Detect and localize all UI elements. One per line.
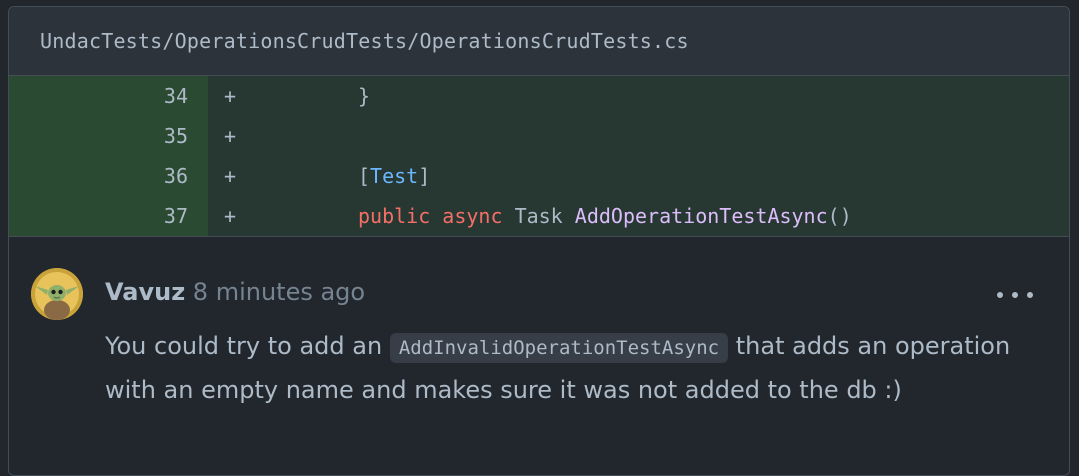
diff-added-marker: + <box>224 204 237 228</box>
comment-body: You could try to add an AddInvalidOperat… <box>105 325 1055 411</box>
diff-added-marker: + <box>224 164 237 188</box>
inline-code: AddInvalidOperationTestAsync <box>389 333 729 363</box>
file-path[interactable]: UndacTests/OperationsCrudTests/Operation… <box>40 29 689 53</box>
more-options-icon[interactable] <box>997 285 1033 305</box>
code-method: AddOperationTestAsync <box>574 204 828 228</box>
diff-line: 36 + [Test] <box>9 156 1069 196</box>
code-keyword: public <box>358 204 431 228</box>
file-header: UndacTests/OperationsCrudTests/Operation… <box>9 7 1069 76</box>
avatar[interactable] <box>31 268 83 320</box>
diff-added-marker: + <box>224 84 237 108</box>
review-comment-thread: UndacTests/OperationsCrudTests/Operation… <box>8 6 1070 476</box>
code-attribute: Test <box>370 164 419 188</box>
diff-line: 34 + } <box>9 76 1069 116</box>
code-parens: () <box>827 204 852 228</box>
baby-yoda-avatar-icon <box>31 268 83 320</box>
diff-line: 37 + public async Task AddOperationTestA… <box>9 196 1069 236</box>
dot <box>1012 292 1018 298</box>
line-number[interactable]: 34 <box>9 76 208 116</box>
code-bracket-open: [ <box>358 164 371 188</box>
comment-text: You could try to add an <box>105 332 390 360</box>
code-text: } <box>358 84 371 108</box>
code-keyword: async <box>442 204 503 228</box>
diff-added-marker: + <box>224 124 237 148</box>
diff-hunk: 34 + } 35 + 36 + [Test] 37 + public asyn… <box>9 76 1069 236</box>
code-type: Task <box>514 204 563 228</box>
line-number[interactable]: 36 <box>9 156 208 196</box>
dot <box>1027 292 1033 298</box>
code-line: public async Task AddOperationTestAsync(… <box>248 204 852 228</box>
line-number[interactable]: 35 <box>9 116 208 156</box>
code-line: } <box>248 84 370 108</box>
code-line: [Test] <box>248 164 430 188</box>
diff-line: 35 + <box>9 116 1069 156</box>
dot <box>997 292 1003 298</box>
comment-timestamp[interactable]: 8 minutes ago <box>193 278 365 306</box>
comment-header: Vavuz 8 minutes ago <box>105 275 365 309</box>
code-bracket-close: ] <box>418 164 431 188</box>
line-number[interactable]: 37 <box>9 196 208 236</box>
comment-author[interactable]: Vavuz <box>105 278 185 306</box>
comment: Vavuz 8 minutes ago You could try to add… <box>9 236 1069 475</box>
